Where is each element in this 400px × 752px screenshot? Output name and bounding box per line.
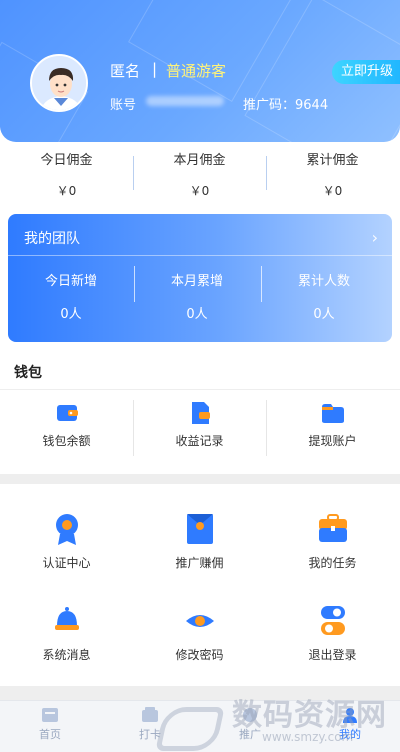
team-stat-value: 0人 [313,307,335,322]
upgrade-button[interactable]: 立即升级 [332,60,400,84]
wallet-balance-item[interactable]: 钱包余额 [0,398,133,449]
promote-earn-item[interactable]: 推广赚佣 [133,512,266,571]
bell-icon [50,604,84,638]
team-stat-total: 累计人数 0人 [261,270,387,322]
change-password-item[interactable]: 修改密码 [133,604,266,663]
clock-in-icon [141,707,159,723]
commission-today: 今日佣金 ￥0 [0,150,133,199]
commission-month: 本月佣金 ￥0 [133,150,266,199]
avatar[interactable] [30,54,88,112]
profile-header: 匿名 | 普通游客 账号 推广码：9644 立即升级 [0,0,400,142]
separator: | [152,60,158,78]
nickname: 匿名 [110,62,141,80]
grid-item-label: 认证中心 [42,556,91,570]
commission-title: 累计佣金 [306,153,359,168]
wallet-icon [54,400,80,426]
commission-total: 累计佣金 ￥0 [266,150,399,199]
task-icon [316,512,350,546]
withdraw-account-icon [320,400,346,426]
promo-code: 推广码：9644 [243,98,329,113]
team-stat-label: 累计人数 [297,274,350,289]
certification-icon [50,512,84,546]
team-stat-month: 本月累增 0人 [134,270,260,322]
income-record-item[interactable]: 收益记录 [133,398,266,449]
wallet-section: 钱包余额 收益记录 提现账户 [0,398,400,458]
tab-home[interactable]: 首页 [0,707,100,742]
wallet-item-label: 提现账户 [308,434,357,448]
section-divider [0,474,400,484]
team-stat-today: 今日新增 0人 [8,270,134,322]
commission-title: 本月佣金 [173,153,226,168]
home-icon [41,707,59,723]
chevron-right-icon[interactable]: › [372,228,378,247]
income-record-icon [187,400,213,426]
grid-item-label: 我的任务 [308,556,357,570]
grid-item-label: 推广赚佣 [175,556,224,570]
logout-toggle-icon [316,604,350,638]
watermark-url: www.smzy.com [262,730,354,744]
wallet-item-label: 钱包余额 [42,434,91,448]
withdraw-account-item[interactable]: 提现账户 [266,398,399,449]
team-stat-label: 本月累增 [170,274,223,289]
wallet-item-label: 收益记录 [175,434,224,448]
account-label: 账号 [110,98,137,113]
divider [0,389,400,390]
watermark-text: 数码资源网 [232,698,387,733]
team-stat-value: 0人 [60,307,82,322]
grid-item-label: 修改密码 [175,648,224,662]
tab-label: 首页 [39,728,61,741]
logout-item[interactable]: 退出登录 [266,604,399,663]
user-level: 普通游客 [166,62,227,80]
team-title: 我的团队 [24,231,80,247]
promote-icon [183,512,217,546]
team-stat-value: 0人 [186,307,208,322]
commission-value: ￥0 [322,184,343,198]
grid-item-label: 退出登录 [308,648,357,662]
team-stat-label: 今日新增 [44,274,97,289]
commission-value: ￥0 [56,184,77,198]
team-card[interactable]: 我的团队 › 今日新增 0人 本月累增 0人 累计人数 0人 [8,214,392,342]
my-tasks-item[interactable]: 我的任务 [266,512,399,571]
commission-summary: 今日佣金 ￥0 本月佣金 ￥0 累计佣金 ￥0 [0,150,400,206]
account-number-blurred [146,96,224,106]
wallet-title: 钱包 [14,365,42,381]
eye-icon [183,604,217,638]
system-messages-item[interactable]: 系统消息 [0,604,133,663]
grid-item-label: 系统消息 [42,648,91,662]
certification-center-item[interactable]: 认证中心 [0,512,133,571]
commission-value: ￥0 [189,184,210,198]
commission-title: 今日佣金 [40,153,93,168]
divider [8,255,392,256]
